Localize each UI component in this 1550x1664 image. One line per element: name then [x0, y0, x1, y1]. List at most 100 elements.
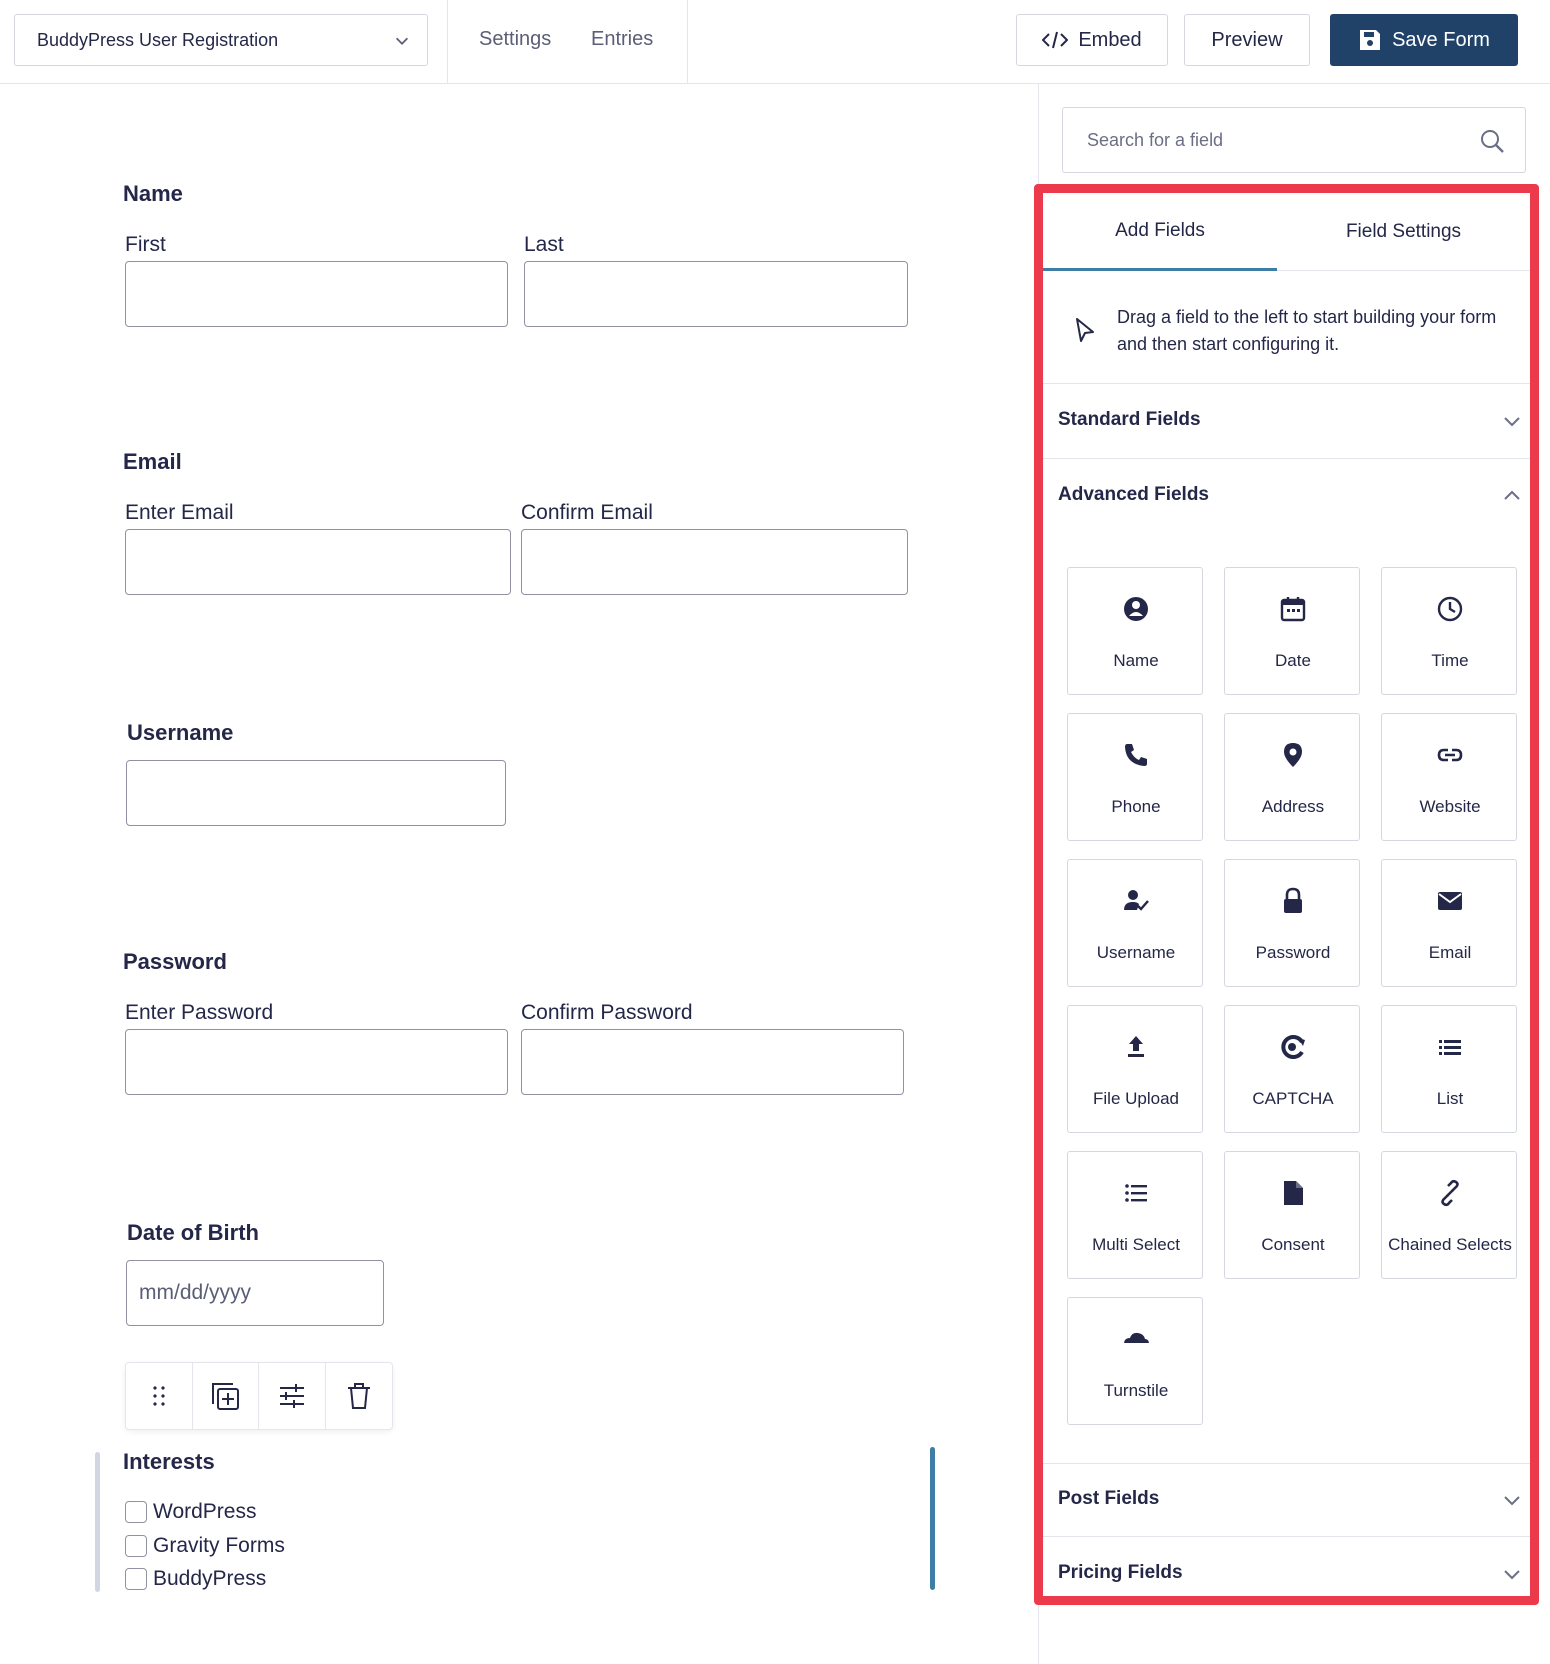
interest-option[interactable]: WordPress: [125, 1500, 256, 1524]
upload-icon: [1128, 1036, 1144, 1057]
field-tile-label: Address: [1261, 797, 1325, 816]
field-tile-address[interactable]: Address: [1224, 713, 1360, 841]
dob-placeholder: mm/dd/yyyy: [139, 1281, 252, 1304]
chevron-up-icon: [1504, 490, 1520, 500]
envelope-icon: [1438, 892, 1462, 910]
confirm-email-label: Confirm Email: [521, 501, 653, 524]
field-tile-label: Chained Selects: [1388, 1235, 1512, 1254]
preview-button[interactable]: Preview: [1184, 14, 1310, 66]
interest-option-label: WordPress: [153, 1500, 257, 1523]
form-selector-dropdown[interactable]: BuddyPress User Registration: [14, 14, 428, 66]
field-tile-label: CAPTCHA: [1252, 1089, 1334, 1108]
tab-field-settings[interactable]: Field Settings: [1277, 193, 1530, 271]
email-field-title: Email: [123, 449, 182, 474]
selected-field-indicator: [95, 1452, 100, 1592]
drag-handle-icon: [153, 1386, 165, 1406]
field-tile-list[interactable]: List: [1381, 1005, 1517, 1133]
search-icon: [1481, 130, 1504, 153]
selected-field-indicator: [930, 1447, 935, 1590]
duplicate-button[interactable]: [193, 1363, 259, 1429]
interest-option[interactable]: Gravity Forms: [125, 1534, 285, 1558]
field-tile-phone[interactable]: Phone: [1067, 713, 1203, 841]
enter-password-label: Enter Password: [125, 1001, 274, 1024]
chevron-down-icon: [1504, 1496, 1520, 1506]
link-icon: [1437, 748, 1463, 762]
confirm-password-label: Confirm Password: [521, 1001, 693, 1024]
save-form-label: Save Form: [1392, 28, 1490, 51]
field-tile-date[interactable]: Date: [1224, 567, 1360, 695]
field-tile-email[interactable]: Email: [1381, 859, 1517, 987]
field-settings-button[interactable]: [259, 1363, 326, 1429]
field-tile-label: Password: [1255, 943, 1331, 962]
calendar-icon: [1280, 597, 1306, 622]
drag-hint-text: Drag a field to the left to start buildi…: [1117, 307, 1497, 354]
checkbox[interactable]: [125, 1568, 147, 1590]
tab-add-fields[interactable]: Add Fields: [1043, 193, 1277, 271]
field-tile-chained-selects[interactable]: Chained Selects: [1381, 1151, 1517, 1279]
sidebar-tabs: Add Fields Field Settings: [1043, 193, 1530, 271]
field-tile-turnstile[interactable]: Turnstile: [1067, 1297, 1203, 1425]
checkbox[interactable]: [125, 1535, 147, 1557]
field-tile-captcha[interactable]: CAPTCHA: [1224, 1005, 1360, 1133]
last-name-input[interactable]: [524, 261, 908, 327]
interest-option-label: BuddyPress: [153, 1567, 267, 1590]
field-tile-website[interactable]: Website: [1381, 713, 1517, 841]
enter-email-input[interactable]: [125, 529, 511, 595]
dob-field-title: Date of Birth: [127, 1220, 259, 1245]
field-tile-label: Name: [1113, 651, 1159, 670]
tab-field-settings-label: Field Settings: [1345, 221, 1462, 242]
drag-hint: Drag a field to the left to start buildi…: [1043, 272, 1530, 384]
chevron-down-icon: [1504, 1570, 1520, 1580]
embed-button[interactable]: Embed: [1016, 14, 1168, 66]
section-advanced-fields[interactable]: Advanced Fields: [1043, 460, 1530, 534]
delete-button[interactable]: [326, 1363, 393, 1429]
section-title: Standard Fields: [1058, 409, 1201, 430]
username-input[interactable]: [126, 760, 506, 826]
section-title: Advanced Fields: [1058, 484, 1209, 505]
list-icon: [1439, 1040, 1461, 1055]
settings-link[interactable]: Settings: [479, 28, 551, 51]
field-tile-username[interactable]: Username: [1067, 859, 1203, 987]
field-search[interactable]: [1062, 107, 1526, 173]
checkbox[interactable]: [125, 1501, 147, 1523]
lock-icon: [1284, 887, 1302, 913]
dob-input[interactable]: mm/dd/yyyy: [126, 1260, 384, 1326]
section-title: Post Fields: [1058, 1488, 1160, 1509]
field-tile-label: Username: [1096, 943, 1176, 962]
field-tile-label: List: [1436, 1089, 1464, 1108]
search-input[interactable]: [1063, 108, 1525, 172]
name-field-title: Name: [123, 181, 183, 206]
cloud-icon: [1124, 1332, 1149, 1345]
add-fields-panel: Add Fields Field Settings Drag a field t…: [1034, 184, 1539, 1605]
section-title: Pricing Fields: [1058, 1562, 1183, 1583]
confirm-password-input[interactable]: [521, 1029, 904, 1095]
field-tile-file-upload[interactable]: File Upload: [1067, 1005, 1203, 1133]
interest-option[interactable]: BuddyPress: [125, 1567, 266, 1591]
confirm-email-input[interactable]: [521, 529, 908, 595]
field-tile-name[interactable]: Name: [1067, 567, 1203, 695]
field-tile-time[interactable]: Time: [1381, 567, 1517, 695]
enter-password-input[interactable]: [125, 1029, 508, 1095]
first-name-input[interactable]: [125, 261, 508, 327]
user-check-icon: [1124, 890, 1149, 911]
section-pricing-fields[interactable]: Pricing Fields: [1043, 1538, 1530, 1612]
trash-icon: [347, 1383, 370, 1409]
divider: [447, 0, 448, 84]
field-tile-password[interactable]: Password: [1224, 859, 1360, 987]
section-standard-fields[interactable]: Standard Fields: [1043, 385, 1530, 459]
field-tile-label: Consent: [1261, 1235, 1325, 1254]
field-tile-multi-select[interactable]: Multi Select: [1067, 1151, 1203, 1279]
divider: [687, 0, 688, 84]
preview-label: Preview: [1211, 28, 1283, 51]
save-form-button[interactable]: Save Form: [1330, 14, 1518, 66]
entries-link[interactable]: Entries: [591, 28, 653, 51]
chevron-down-icon: [1504, 417, 1520, 427]
multi-select-icon: [1125, 1184, 1147, 1202]
field-tile-label: Website: [1419, 797, 1481, 816]
first-name-label: First: [125, 233, 166, 256]
field-tile-label: Date: [1275, 651, 1311, 670]
section-post-fields[interactable]: Post Fields: [1043, 1463, 1530, 1537]
drag-handle-button[interactable]: [126, 1363, 193, 1429]
field-tile-consent[interactable]: Consent: [1224, 1151, 1360, 1279]
form-selector-value: BuddyPress User Registration: [37, 29, 279, 50]
